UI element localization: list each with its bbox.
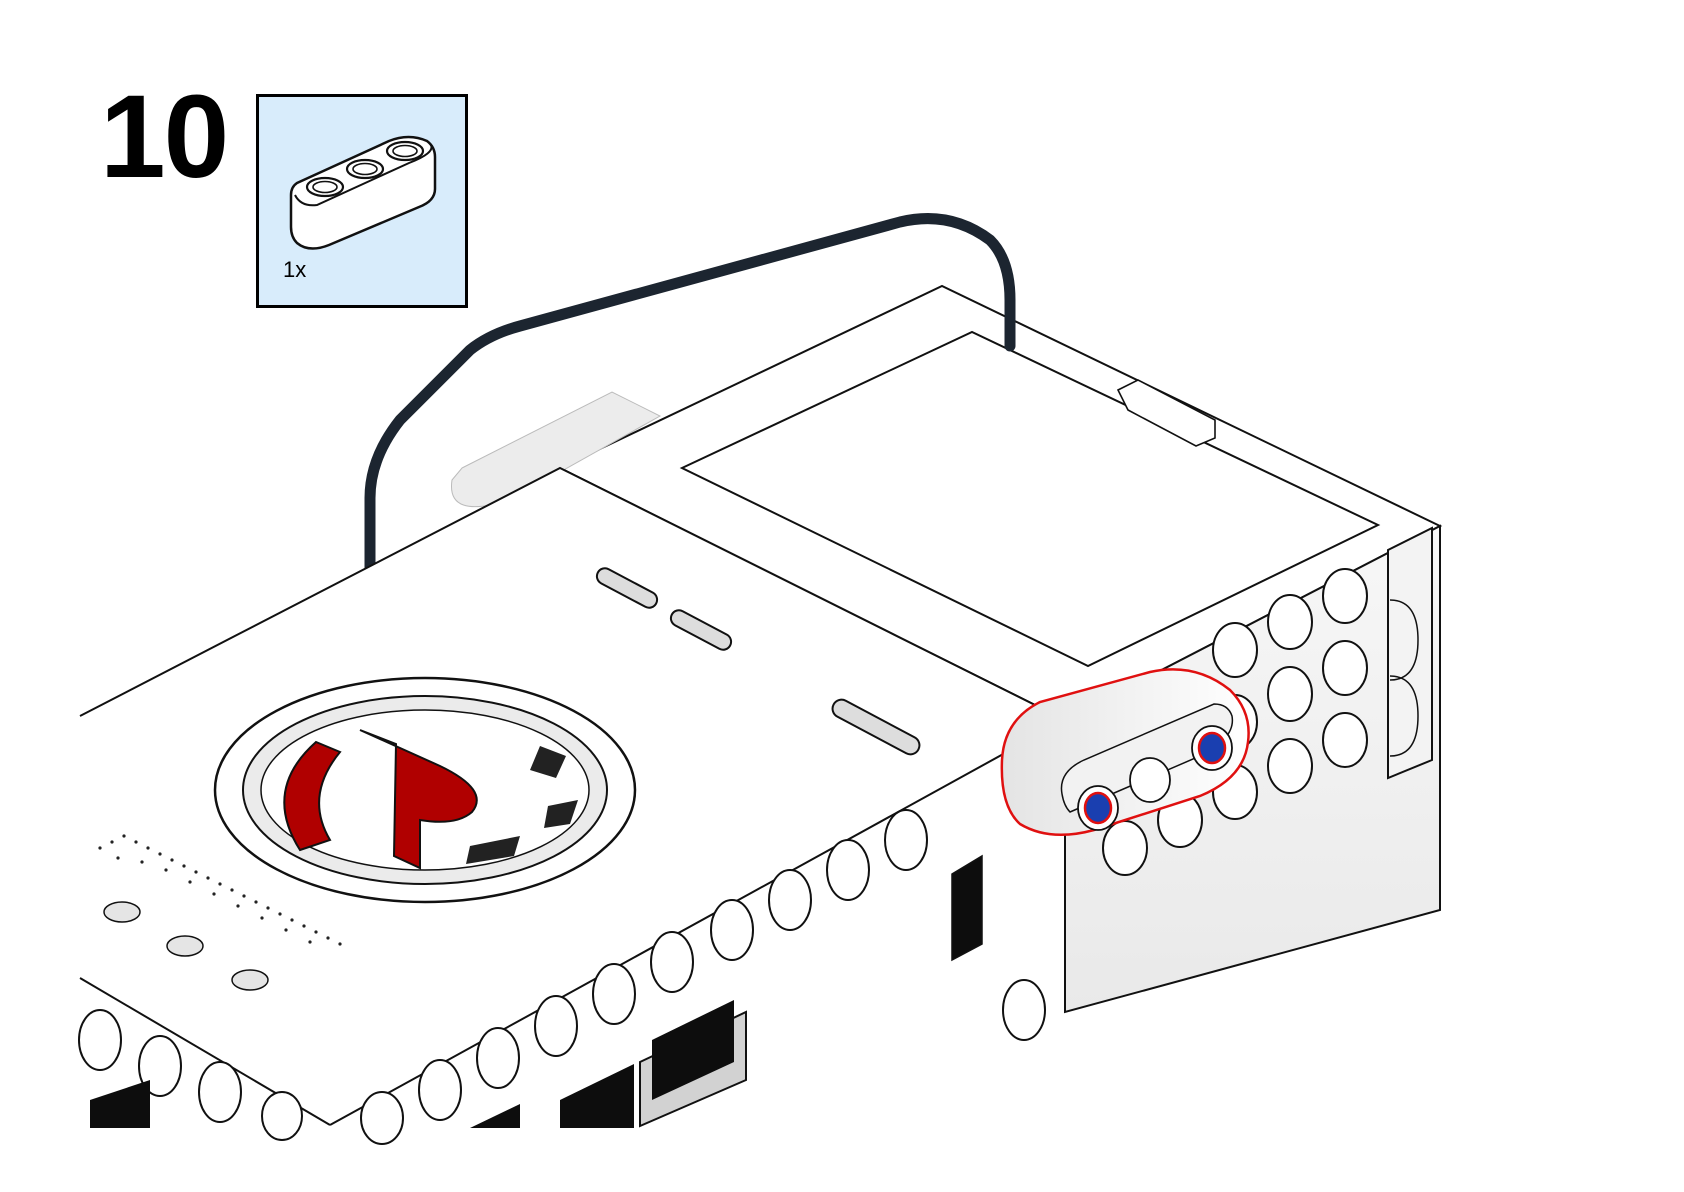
- hub-button-3: [231, 969, 269, 991]
- hub-button-1: [103, 901, 141, 923]
- brand-logo: [213, 676, 637, 904]
- assembly-illustration: [78, 213, 1443, 1145]
- hub-button-2: [166, 935, 204, 957]
- side-slot: [951, 854, 983, 962]
